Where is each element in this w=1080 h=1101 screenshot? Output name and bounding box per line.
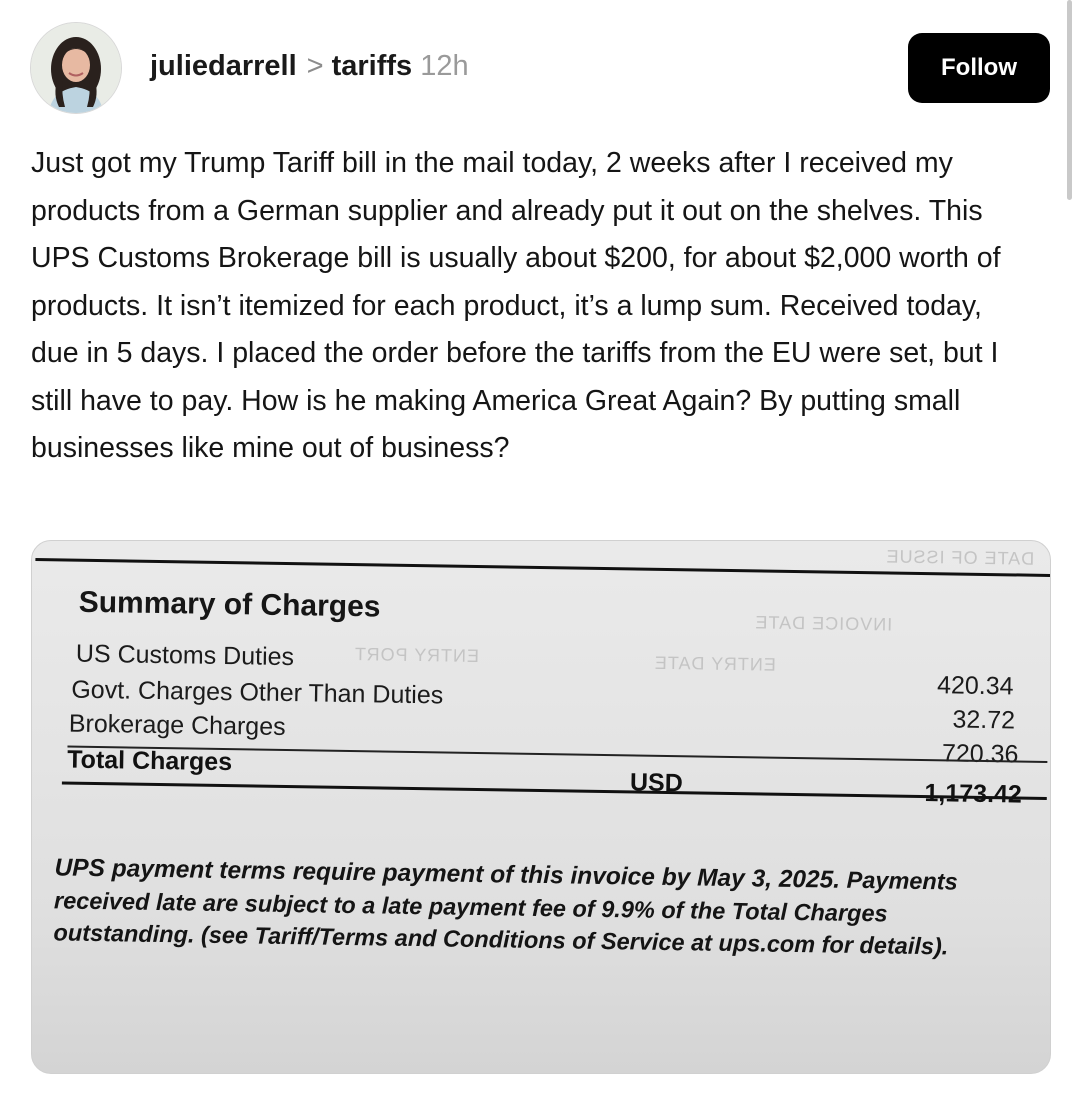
username-link[interactable]: juliedarrell	[150, 50, 297, 82]
invoice-document: DATE OF ISSUE INVOICE DATE ENTRY DATE EN…	[32, 541, 1050, 1073]
post-meta: juliedarrell > tariffs 12h	[150, 48, 469, 84]
post-timestamp: 12h	[420, 50, 469, 82]
bleed-through-text: INVOICE DATE	[754, 612, 893, 635]
bleed-through-text: DATE OF ISSUE	[885, 546, 1035, 569]
charge-label-brokerage: Brokerage Charges	[68, 709, 286, 741]
profile-photo-icon	[31, 23, 121, 113]
charge-label-customs-duties: US Customs Duties	[75, 639, 295, 672]
chevron-right-icon: >	[306, 50, 324, 82]
total-label: Total Charges	[67, 745, 233, 777]
post-header: juliedarrell > tariffs 12h Follow	[30, 22, 1050, 114]
follow-button[interactable]: Follow	[908, 33, 1050, 103]
charge-label-govt-charges: Govt. Charges Other Than Duties	[71, 675, 444, 710]
post-body: Just got my Trump Tariff bill in the mai…	[31, 147, 1001, 464]
topic-link[interactable]: tariffs	[332, 50, 413, 82]
charge-amount-customs-duties: 420.34	[936, 671, 1014, 701]
bleed-through-text: ENTRY PORT	[353, 644, 480, 667]
page-scrollbar[interactable]	[1067, 0, 1072, 200]
charge-amount-govt-charges: 32.72	[952, 705, 1016, 735]
avatar[interactable]	[30, 22, 122, 114]
payment-terms: UPS payment terms require payment of thi…	[53, 851, 1014, 963]
charge-amount-brokerage: 720.36	[941, 739, 1019, 769]
summary-title: Summary of Charges	[78, 585, 381, 624]
payment-terms-due: UPS payment terms require payment of thi…	[54, 854, 841, 894]
invoice-photo[interactable]: DATE OF ISSUE INVOICE DATE ENTRY DATE EN…	[31, 540, 1051, 1074]
bleed-through-text: ENTRY DATE	[653, 652, 777, 675]
